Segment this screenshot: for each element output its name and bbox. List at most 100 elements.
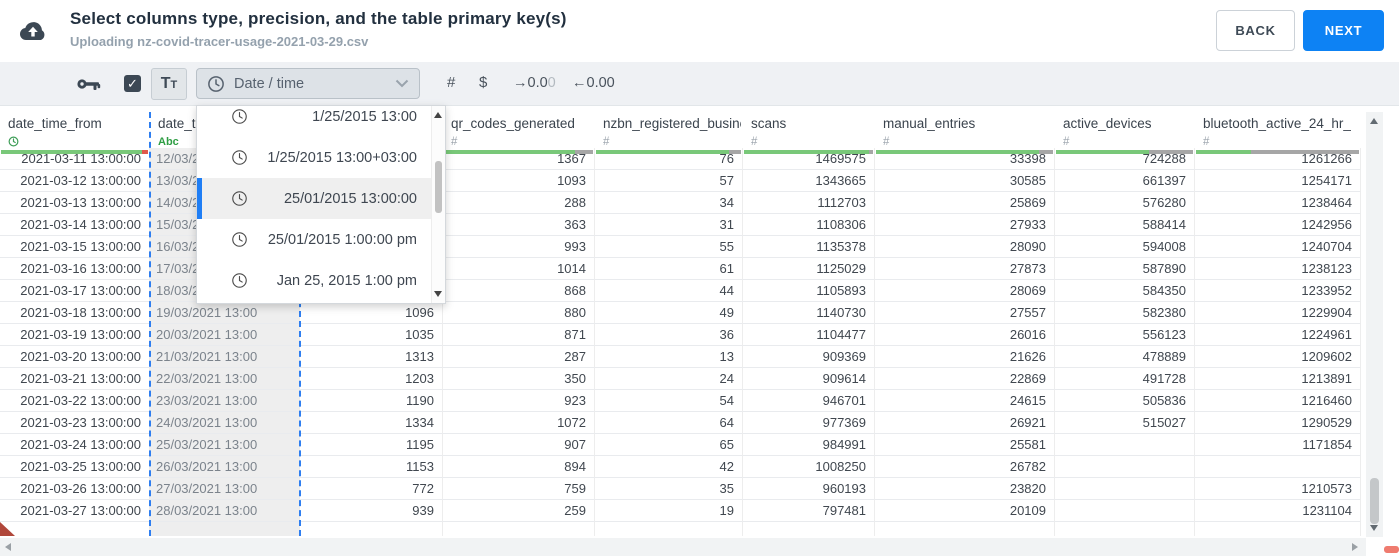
cell: 24/03/2021 13:00 (150, 412, 300, 434)
dropdown-scrollbar[interactable] (431, 106, 445, 303)
cell: 55 (595, 236, 743, 258)
table-row: 2021-03-19 13:00:00 20/03/2021 13:00 1035 8… (0, 324, 1361, 346)
cell: 1171854 (1195, 434, 1361, 456)
cell: 894 (443, 456, 595, 478)
cell: 1242956 (1195, 214, 1361, 236)
clock-icon (231, 272, 248, 289)
cell: 57 (595, 170, 743, 192)
column-title: active_devices (1063, 116, 1152, 131)
dropdown-scrollbar-thumb[interactable] (435, 161, 442, 213)
cell: 2021-03-26 13:00:00 (0, 478, 150, 500)
cell (1195, 456, 1361, 478)
dropdown-item[interactable]: 1/25/2015 13:00 (197, 106, 432, 137)
cell: 1224961 (1195, 324, 1361, 346)
cell: 1367 (443, 148, 595, 170)
increase-decimal-button[interactable]: →0.00 (513, 75, 556, 91)
cell: 909614 (743, 368, 875, 390)
table-row: 2021-03-26 13:00:00 27/03/2021 13:00 772 75… (0, 478, 1361, 500)
cell: 2021-03-17 13:00:00 (0, 280, 150, 302)
boolean-type-checkbox[interactable]: ✓ (124, 75, 141, 92)
cell: 2021-03-19 13:00:00 (0, 324, 150, 346)
cell: 2021-03-23 13:00:00 (0, 412, 150, 434)
cell: 939 (300, 500, 443, 522)
cell: 13 (595, 346, 743, 368)
cell: 27557 (875, 302, 1055, 324)
dropdown-item-label: 1/25/2015 13:00+03:00 (267, 149, 417, 166)
dropdown-item[interactable]: 1/25/2015 13:00+03:00 (197, 137, 432, 178)
dropdown-item-label: 25/01/2015 13:00:00 (283, 190, 417, 207)
cell: 28090 (875, 236, 1055, 258)
cell: 1112703 (743, 192, 875, 214)
table-row: 2021-03-20 13:00:00 21/03/2021 13:00 1313 2… (0, 346, 1361, 368)
column-type-select[interactable]: Date / time (196, 68, 420, 99)
cell: 2021-03-11 13:00:00 (0, 148, 150, 170)
cell: 30585 (875, 170, 1055, 192)
cell: 28069 (875, 280, 1055, 302)
cell: 909369 (743, 346, 875, 368)
cell: 1108306 (743, 214, 875, 236)
scroll-up-arrow[interactable] (1370, 118, 1378, 124)
number-type-icon: # (1063, 135, 1070, 148)
cell: 42 (595, 456, 743, 478)
selected-column-left-border (149, 112, 151, 536)
cell: 724288 (1055, 148, 1195, 170)
horizontal-scrollbar[interactable] (0, 538, 1366, 556)
table-row: 2021-03-24 13:00:00 25/03/2021 13:00 1195 9… (0, 434, 1361, 456)
cell (1055, 500, 1195, 522)
cell: 759 (443, 478, 595, 500)
cell: 19 (595, 500, 743, 522)
dropdown-scroll-down-arrow[interactable] (434, 291, 442, 297)
cell: 33398 (875, 148, 1055, 170)
cell (1055, 434, 1195, 456)
dropdown-scroll-up-arrow[interactable] (434, 112, 442, 118)
cell: 1469575 (743, 148, 875, 170)
scroll-left-arrow[interactable] (5, 543, 11, 551)
cell: 1104477 (743, 324, 875, 346)
scroll-down-arrow[interactable] (1370, 525, 1378, 531)
cell: 515027 (1055, 412, 1195, 434)
cell: 26/03/2021 13:00 (150, 456, 300, 478)
scroll-right-arrow[interactable] (1352, 543, 1358, 551)
cell: 2021-03-22 13:00:00 (0, 390, 150, 412)
cell: 27933 (875, 214, 1055, 236)
cell: 23/03/2021 13:00 (150, 390, 300, 412)
next-button[interactable]: NEXT (1303, 10, 1384, 51)
cell: 1209602 (1195, 346, 1361, 368)
cell: 1035 (300, 324, 443, 346)
back-button[interactable]: BACK (1216, 10, 1295, 51)
cell: 505836 (1055, 390, 1195, 412)
horizontal-scrollbar-thumb[interactable] (1384, 546, 1399, 553)
decrease-decimal-button[interactable]: ←0.00 (572, 75, 615, 91)
dropdown-item[interactable]: Jan 25, 2015 1:00 pm (197, 260, 432, 301)
cell (743, 522, 875, 536)
primary-key-icon[interactable] (77, 77, 101, 96)
number-type-button[interactable]: # (447, 74, 455, 91)
currency-type-button[interactable]: $ (479, 74, 487, 91)
cell: 19/03/2021 13:00 (150, 302, 300, 324)
column-title: date_time_from (8, 116, 102, 131)
cell: 584350 (1055, 280, 1195, 302)
table-row (0, 522, 1361, 536)
cell: 2021-03-27 13:00:00 (0, 500, 150, 522)
dropdown-item[interactable]: 25/01/2015 13:00:00 (197, 178, 432, 219)
cell: 556123 (1055, 324, 1195, 346)
dropdown-item-list: 1/25/2015 13:00 1/25/2015 13:00+03:00 25/0… (197, 106, 432, 301)
cell: 797481 (743, 500, 875, 522)
cell: 25869 (875, 192, 1055, 214)
cell: 2021-03-18 13:00:00 (0, 302, 150, 324)
cell: 287 (443, 346, 595, 368)
cell: 2021-03-21 13:00:00 (0, 368, 150, 390)
vertical-scrollbar[interactable] (1366, 112, 1383, 537)
vertical-scrollbar-thumb[interactable] (1370, 478, 1379, 524)
cell: 26921 (875, 412, 1055, 434)
number-type-icon: # (1203, 135, 1210, 148)
cell: 1254171 (1195, 170, 1361, 192)
header-bar: Select columns type, precision, and the … (0, 0, 1399, 62)
cell: 24 (595, 368, 743, 390)
cell: 2021-03-13 13:00:00 (0, 192, 150, 214)
dropdown-item[interactable]: 25/01/2015 1:00:00 pm (197, 219, 432, 260)
selected-item-indicator (197, 178, 202, 219)
cell: 22/03/2021 13:00 (150, 368, 300, 390)
text-type-button[interactable]: Tt (151, 68, 187, 100)
cell: 868 (443, 280, 595, 302)
